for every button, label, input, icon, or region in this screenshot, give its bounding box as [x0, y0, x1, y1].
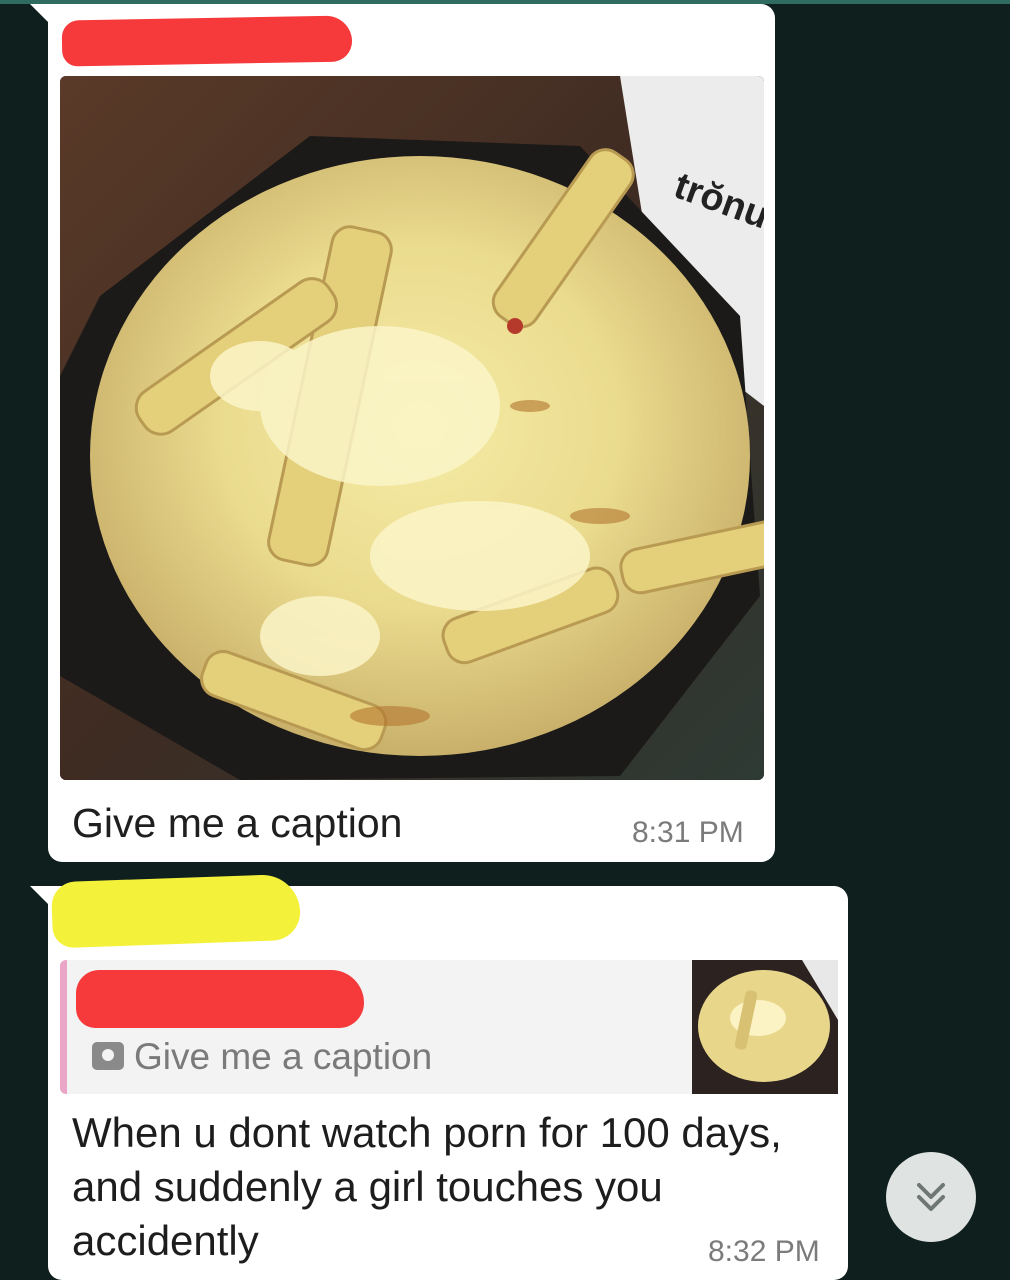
message-photo[interactable]: trŏnut [60, 76, 764, 780]
camera-icon [92, 1042, 124, 1070]
redacted-sender-name [61, 15, 353, 67]
quoted-message-text: Give me a caption [134, 1036, 433, 1077]
scroll-to-bottom-button[interactable] [886, 1152, 976, 1242]
message-caption: Give me a caption [72, 800, 403, 846]
quoted-image-thumbnail [692, 960, 838, 1094]
message-timestamp: 8:32 PM [708, 1235, 820, 1268]
cheese-fries-photo: trŏnut [60, 76, 764, 780]
double-chevron-down-icon [917, 1183, 945, 1211]
redacted-sender-name [50, 873, 302, 949]
message-timestamp: 8:31 PM [632, 816, 744, 849]
redacted-quoted-sender [76, 970, 364, 1028]
